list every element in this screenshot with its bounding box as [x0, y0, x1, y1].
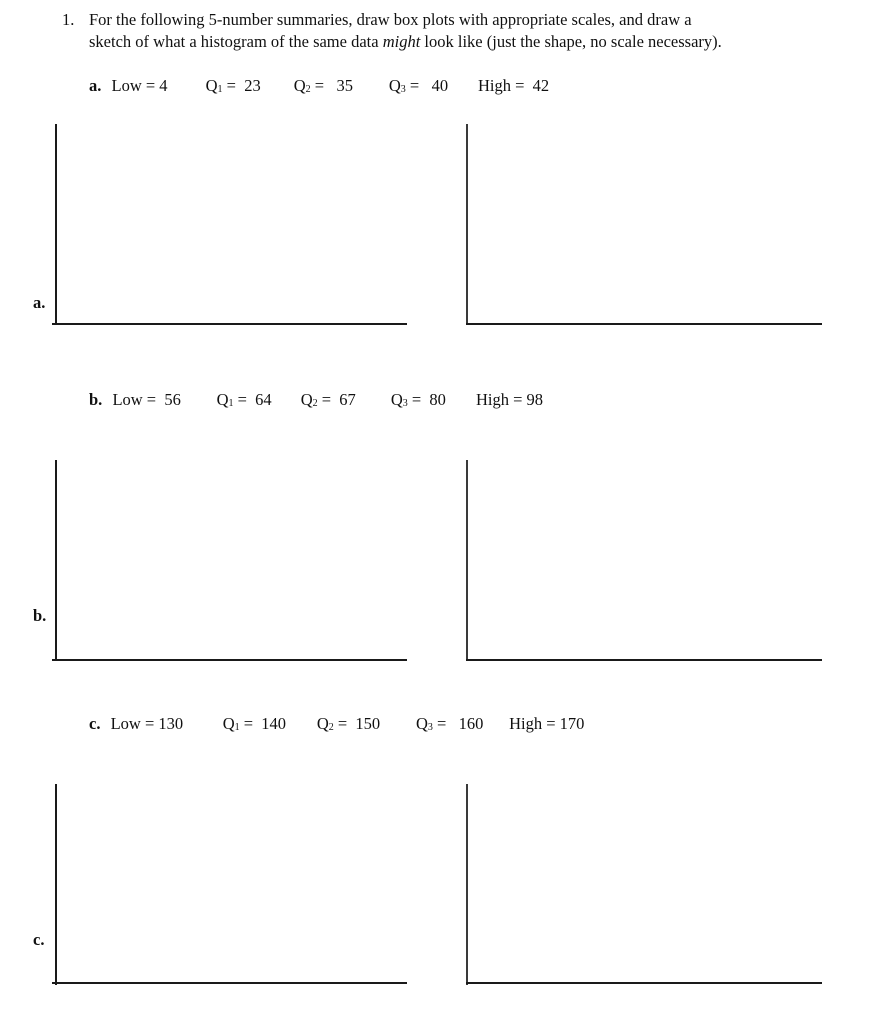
- q-label: Q: [390, 390, 403, 409]
- q-number: = 35: [310, 76, 353, 95]
- side-label-a: a.: [33, 293, 46, 312]
- question-text-part: sketch of what a histogram of the same d…: [89, 32, 383, 51]
- q1-value: Q1 = 23: [206, 75, 290, 97]
- q3-value: Q3 = 40: [389, 75, 474, 97]
- part-label: c.: [89, 714, 101, 733]
- q2-value: Q2 = 67: [301, 389, 387, 411]
- q-label: Q: [222, 714, 235, 733]
- high-value: High = 98: [475, 390, 543, 409]
- summary-a: a. Low = 4 Q1 = 23 Q2 = 35 Q3 = 40 High …: [89, 75, 549, 97]
- question-text-line2: sketch of what a histogram of the same d…: [89, 31, 722, 53]
- q2-value: Q2 = 35: [294, 75, 385, 97]
- histogram-x-axis-a: [466, 323, 822, 325]
- histogram-y-axis-c: [466, 784, 468, 985]
- histogram-y-axis-b: [466, 460, 468, 661]
- high-value: High = 170: [509, 714, 585, 733]
- part-label: a.: [89, 76, 102, 95]
- summary-b: b. Low = 56 Q1 = 64 Q2 = 67 Q3 = 80 High…: [89, 389, 543, 411]
- low-value: Low = 130: [110, 714, 184, 733]
- q-label: Q: [216, 390, 229, 409]
- side-label-b: b.: [33, 606, 47, 625]
- q-number: = 40: [405, 76, 449, 95]
- boxplot-x-axis-a: [52, 323, 407, 325]
- side-label-c: c.: [33, 930, 45, 949]
- q-label: Q: [388, 76, 401, 95]
- question-text-line1: For the following 5-number summaries, dr…: [89, 10, 692, 29]
- q-number: = 140: [239, 714, 287, 733]
- boxplot-y-axis-b: [55, 460, 57, 661]
- histogram-y-axis-a: [466, 124, 468, 325]
- low-value: Low = 4: [111, 76, 168, 95]
- q3-value: Q3 = 160: [416, 713, 505, 735]
- question-text-part: look like (just the shape, no scale nece…: [420, 32, 722, 51]
- part-label: b.: [89, 390, 103, 409]
- summary-c: c. Low = 130 Q1 = 140 Q2 = 150 Q3 = 160 …: [89, 713, 584, 735]
- q-number: = 80: [407, 390, 446, 409]
- boxplot-x-axis-b: [52, 659, 407, 661]
- boxplot-x-axis-c: [52, 982, 407, 984]
- q-number: = 150: [333, 714, 381, 733]
- q-label: Q: [293, 76, 306, 95]
- q-number: = 160: [432, 714, 484, 733]
- q1-value: Q1 = 140: [223, 713, 313, 735]
- q-number: = 67: [317, 390, 356, 409]
- q3-value: Q3 = 80: [391, 389, 472, 411]
- question-emphasis: might: [382, 32, 421, 51]
- boxplot-y-axis-c: [55, 784, 57, 985]
- histogram-x-axis-c: [466, 982, 822, 984]
- q-label: Q: [205, 76, 218, 95]
- high-value: High = 42: [478, 76, 550, 95]
- q-number: = 64: [233, 390, 272, 409]
- q-label: Q: [316, 714, 329, 733]
- q1-value: Q1 = 64: [217, 389, 297, 411]
- question-number: 1.: [62, 10, 75, 29]
- low-value: Low = 56: [112, 390, 181, 409]
- histogram-x-axis-b: [466, 659, 822, 661]
- q-label: Q: [415, 714, 428, 733]
- q-label: Q: [300, 390, 313, 409]
- boxplot-y-axis-a: [55, 124, 57, 325]
- q-number: = 23: [222, 76, 261, 95]
- q2-value: Q2 = 150: [317, 713, 412, 735]
